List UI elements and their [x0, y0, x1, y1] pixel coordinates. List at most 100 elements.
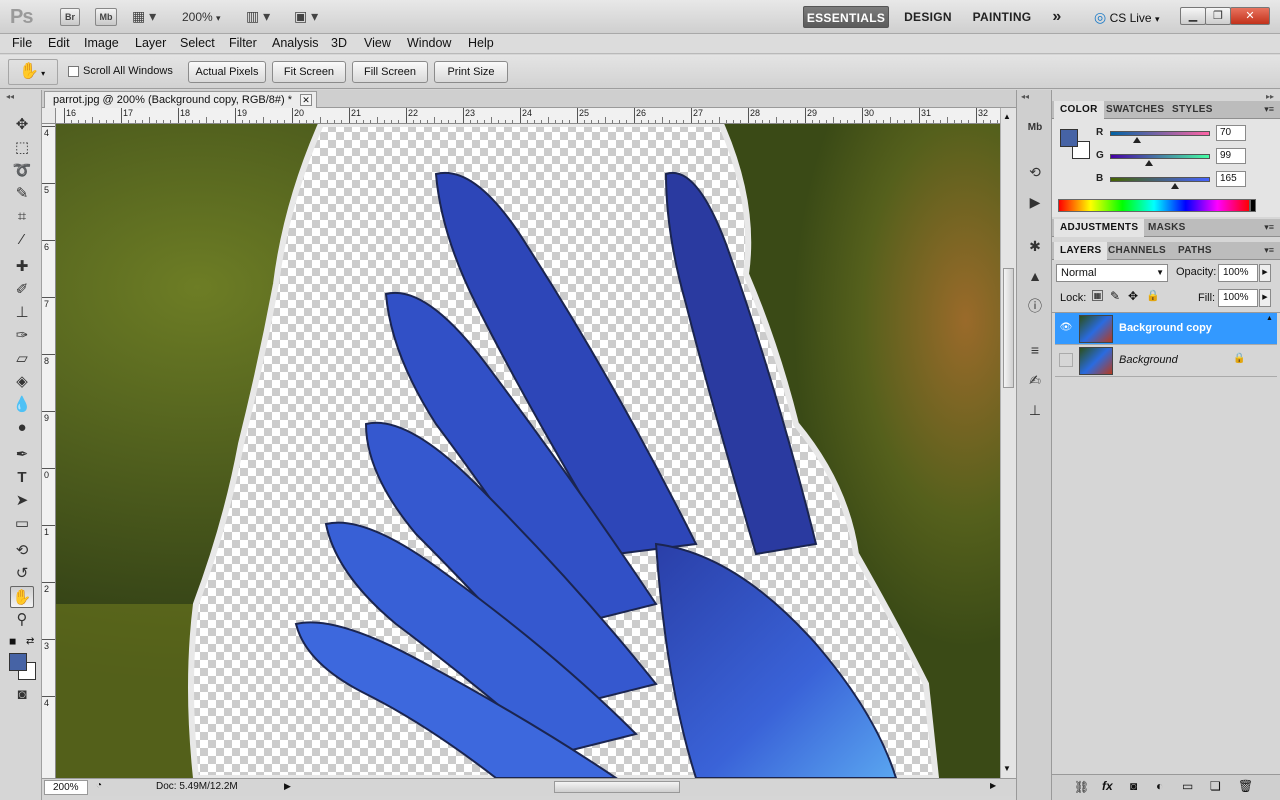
scroll-thumb[interactable]	[1003, 268, 1014, 388]
view-extras-button[interactable]: ▦ ▾	[132, 8, 162, 26]
info-icon[interactable]: ⓘ	[1023, 296, 1047, 316]
foreground-color-swatch[interactable]	[9, 653, 27, 671]
quick-mask-button[interactable]: ◙	[10, 684, 34, 706]
horizontal-scroll-thumb[interactable]	[554, 781, 680, 793]
tab-styles[interactable]: STYLES	[1166, 101, 1219, 119]
g-slider[interactable]	[1110, 154, 1210, 159]
r-value-input[interactable]: 70	[1216, 125, 1246, 141]
b-slider[interactable]	[1110, 177, 1210, 182]
adjustment-layer-icon[interactable]: ◐	[1156, 779, 1163, 793]
link-layers-icon[interactable]: ⛓	[1074, 780, 1089, 794]
b-slider-thumb[interactable]	[1171, 183, 1179, 189]
menu-filter[interactable]: Filter	[229, 36, 257, 50]
history-icon[interactable]: ⟲	[1023, 162, 1047, 182]
crop-tool[interactable]: ⌗	[10, 206, 34, 228]
rectangle-tool[interactable]: ▭	[10, 513, 34, 535]
brush-icon[interactable]: ✍	[1023, 370, 1047, 390]
eraser-tool[interactable]: ▱	[10, 348, 34, 370]
menu-help[interactable]: Help	[468, 36, 494, 50]
tab-paths[interactable]: PATHS	[1172, 242, 1218, 260]
paint-bucket-tool[interactable]: ◈	[10, 371, 34, 393]
mini-bridge-button[interactable]: Mb	[95, 8, 117, 26]
dodge-tool[interactable]: ●	[10, 417, 34, 439]
marquee-tool[interactable]: ⬚	[10, 137, 34, 159]
mini-bridge-icon[interactable]: Mb	[1023, 118, 1047, 138]
scroll-all-windows-checkbox[interactable]	[68, 66, 79, 77]
layer-row-background-copy[interactable]: 👁 Background copy	[1055, 313, 1277, 345]
new-layer-icon[interactable]: ❏	[1210, 779, 1221, 793]
path-selection-tool[interactable]: ➤	[10, 490, 34, 512]
menu-image[interactable]: Image	[84, 36, 119, 50]
tool-preset-picker[interactable]: ✋ ▾	[8, 59, 58, 85]
healing-brush-tool[interactable]: ✚	[10, 256, 34, 278]
blur-tool[interactable]: 💧	[10, 394, 34, 416]
screen-mode-button[interactable]: ▣ ▾	[294, 8, 324, 26]
collapse-toolbox-icon[interactable]: ◂◂	[6, 92, 14, 101]
r-slider[interactable]	[1110, 131, 1210, 136]
scroll-right-icon[interactable]: ▶	[990, 781, 996, 790]
layers-scroll-up-icon[interactable]: ▲	[1266, 315, 1273, 322]
layer-style-icon[interactable]: fx	[1102, 779, 1113, 793]
workspace-painting[interactable]: PAINTING	[966, 6, 1038, 28]
layer-row-background[interactable]: Background 🔒	[1055, 345, 1277, 377]
color-spectrum-bar[interactable]	[1058, 199, 1250, 212]
move-tool[interactable]: ✥	[10, 114, 34, 136]
clone-source-icon[interactable]: ⊥	[1023, 400, 1047, 420]
status-menu-arrow-icon[interactable]: ▶	[284, 781, 291, 792]
eye-icon[interactable]: 👁	[1059, 321, 1073, 335]
brush-presets-icon[interactable]: ≡	[1023, 340, 1047, 360]
navigator-icon[interactable]: ✱	[1023, 236, 1047, 256]
hand-tool[interactable]: ✋	[10, 586, 34, 608]
tab-adjustments[interactable]: ADJUSTMENTS	[1054, 219, 1145, 237]
pen-tool[interactable]: ✒	[10, 444, 34, 466]
swap-colors-icon[interactable]: ⇄	[26, 636, 34, 647]
3d-rotate-tool[interactable]: ⟲	[10, 540, 34, 562]
actions-icon[interactable]: ▶	[1023, 192, 1047, 212]
lock-transparent-pixels-icon[interactable]: ▦	[1092, 290, 1103, 301]
arrange-documents-button[interactable]: ▥ ▾	[246, 8, 276, 26]
fill-screen-button[interactable]: Fill Screen	[352, 61, 428, 83]
g-slider-thumb[interactable]	[1145, 160, 1153, 166]
expand-dock-icon[interactable]: ◂◂	[1021, 92, 1029, 101]
ruler-origin[interactable]	[42, 108, 56, 124]
panel-menu-icon[interactable]: ▾≡	[1264, 222, 1274, 233]
eyedropper-tool[interactable]: ⁄	[10, 229, 34, 251]
eye-visibility-toggle[interactable]	[1059, 353, 1073, 367]
blend-mode-dropdown[interactable]: Normal ▼	[1056, 264, 1168, 282]
zoom-level-dropdown[interactable]: 200% ▾	[182, 8, 230, 26]
new-group-icon[interactable]: ▭	[1182, 779, 1193, 793]
history-brush-tool[interactable]: ✑	[10, 325, 34, 347]
black-swatch[interactable]	[1250, 199, 1256, 212]
quick-selection-tool[interactable]: ✎	[10, 183, 34, 205]
tab-masks[interactable]: MASKS	[1142, 219, 1192, 237]
close-button[interactable]: ✕	[1230, 7, 1270, 25]
print-size-button[interactable]: Print Size	[434, 61, 508, 83]
menu-select[interactable]: Select	[180, 36, 215, 50]
menu-view[interactable]: View	[364, 36, 391, 50]
color-foreground-swatch[interactable]	[1060, 129, 1078, 147]
menu-layer[interactable]: Layer	[135, 36, 166, 50]
document-canvas[interactable]	[56, 124, 1000, 778]
clone-stamp-tool[interactable]: ⊥	[10, 302, 34, 324]
fit-screen-button[interactable]: Fit Screen	[272, 61, 346, 83]
lock-all-icon[interactable]: 🔒	[1146, 289, 1160, 302]
lock-image-pixels-icon[interactable]: ✎	[1110, 289, 1120, 303]
workspace-essentials[interactable]: ESSENTIALS	[803, 6, 889, 28]
delete-layer-icon[interactable]: 🗑	[1238, 779, 1253, 793]
scroll-down-icon[interactable]: ▼	[1003, 764, 1011, 773]
type-tool[interactable]: T	[10, 467, 34, 489]
default-colors-icon[interactable]: ◼	[9, 636, 16, 647]
add-mask-icon[interactable]: ◙	[1130, 779, 1137, 793]
g-value-input[interactable]: 99	[1216, 148, 1246, 164]
status-info-icon[interactable]: ◔	[96, 780, 102, 791]
menu-analysis[interactable]: Analysis	[272, 36, 319, 50]
r-slider-thumb[interactable]	[1133, 137, 1141, 143]
minimize-button[interactable]: ▁	[1180, 7, 1206, 25]
lock-position-icon[interactable]: ✥	[1128, 289, 1138, 303]
tab-swatches[interactable]: SWATCHES	[1100, 101, 1170, 119]
lasso-tool[interactable]: ➰	[10, 160, 34, 182]
tab-color[interactable]: COLOR	[1054, 101, 1104, 119]
document-tab[interactable]: parrot.jpg @ 200% (Background copy, RGB/…	[44, 91, 318, 108]
workspace-design[interactable]: DESIGN	[898, 6, 958, 28]
launch-bridge-button[interactable]: Br	[60, 8, 80, 26]
